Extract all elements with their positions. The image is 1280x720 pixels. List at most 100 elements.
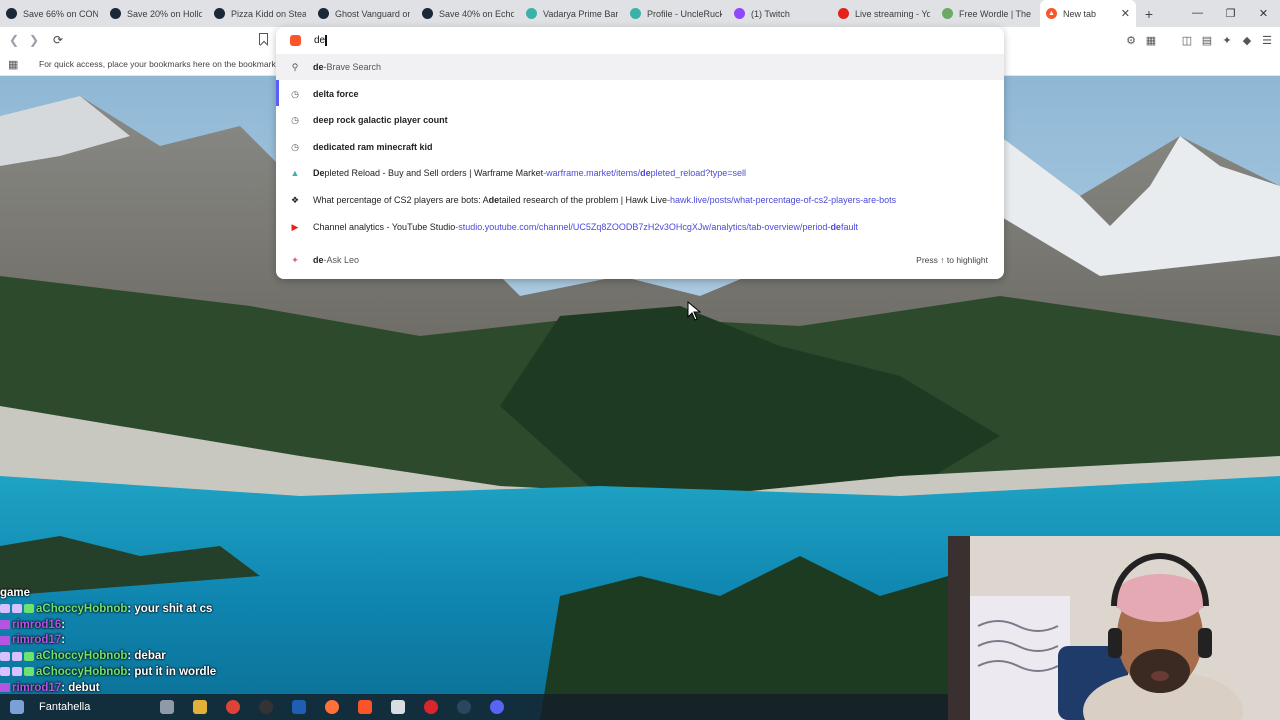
suggestion-text: Brave Search: [326, 62, 382, 72]
sidebar-icon[interactable]: ◫: [1180, 33, 1194, 47]
recorder-icon[interactable]: [414, 700, 447, 714]
chat-text: : debut: [61, 681, 100, 694]
tab-title: Vadarya Prime Barr: [543, 8, 618, 19]
suggestion-text: de: [313, 142, 324, 152]
steam-icon[interactable]: [447, 700, 480, 714]
stream-chat-overlay: game aChoccyHobnob: your shit at cs rimrod…: [0, 586, 330, 697]
chat-message: game: [0, 586, 330, 602]
chat-badge-icon: [0, 620, 10, 630]
suggestion-text: Channel analytics - YouTube Studio: [313, 222, 456, 232]
brave-taskbar-icon[interactable]: [348, 700, 381, 714]
suggestion-row[interactable]: ✦ de - Ask Leo Press ↑ to highlight: [276, 247, 1004, 273]
reload-icon[interactable]: ⟳: [48, 33, 68, 47]
chat-badge-icon: [12, 667, 22, 677]
vpn-shield-icon[interactable]: ◆: [1240, 33, 1254, 47]
chat-username: aChoccyHobnob: [36, 650, 128, 663]
tab-3[interactable]: Ghost Vanguard on: [312, 0, 416, 27]
warframe-market-icon: ▲: [290, 168, 300, 178]
tab-title: Save 66% on CONS: [23, 8, 98, 19]
tab-new-tab[interactable]: ▲ New tab ✕: [1040, 0, 1136, 27]
minimize-icon[interactable]: —: [1181, 7, 1214, 20]
extensions-icon[interactable]: ⚙: [1124, 33, 1138, 47]
mouse-cursor-icon: [687, 301, 701, 321]
suggestion-url: hawk.live/posts/what-percentage-of-cs2-p…: [670, 195, 896, 205]
suggestion-row[interactable]: ◷ de ep rock galactic player count: [276, 107, 1004, 133]
close-window-icon[interactable]: ✕: [1247, 7, 1280, 20]
forward-icon[interactable]: ❯: [24, 33, 44, 47]
now-playing-label: Fantahella: [39, 701, 91, 713]
suggestion-row[interactable]: ▲ De pleted Reload - Buy and Sell orders |…: [276, 160, 1004, 186]
chat-message: rimrod17:: [0, 633, 330, 649]
tab-9[interactable]: Free Wordle | The B: [936, 0, 1040, 27]
twitch-icon: [734, 8, 745, 19]
suggestion-text: de: [313, 62, 324, 72]
steam-icon: [318, 8, 329, 19]
apps-grid-icon[interactable]: ▦: [8, 58, 18, 71]
chrome-icon[interactable]: [216, 700, 249, 714]
suggestion-row[interactable]: ❖ What percentage of CS2 players are bots…: [276, 187, 1004, 213]
history-icon: ◷: [291, 114, 299, 125]
suggestion-text: ep rock galactic player count: [323, 115, 448, 125]
discord-icon[interactable]: [480, 700, 513, 714]
suggestion-text: lta force: [323, 89, 359, 99]
tab-2[interactable]: Pizza Kidd on Stea: [208, 0, 312, 27]
address-input[interactable]: de: [314, 34, 328, 46]
url-part: de: [640, 168, 651, 178]
tab-1[interactable]: Save 20% on Hollo: [104, 0, 208, 27]
tab-search-icon[interactable]: ▦: [1144, 33, 1158, 47]
tab-strip: Save 66% on CONS Save 20% on Hollo Pizza K…: [0, 0, 1280, 27]
vs-code-icon[interactable]: [282, 700, 315, 714]
warframe-market-icon: [526, 8, 537, 19]
close-tab-icon[interactable]: ✕: [1121, 7, 1130, 20]
tab-4[interactable]: Save 40% on Echo F: [416, 0, 520, 27]
bookmarks-bar-hint: For quick access, place your bookmarks h…: [39, 59, 295, 69]
toolbar-actions: ⚙ ▦ ◫ ▤ ✦ ◆ ☰: [1124, 27, 1274, 53]
task-view-icon[interactable]: [150, 700, 183, 714]
suggestion-row[interactable]: ⚲ de - Brave Search: [276, 54, 1004, 80]
maximize-icon[interactable]: ❐: [1214, 7, 1247, 20]
obs-icon[interactable]: [249, 700, 282, 714]
suggestion-row[interactable]: ▶ Channel analytics - YouTube Studio - st…: [276, 214, 1004, 240]
suggestion-row[interactable]: ◷ de dicated ram minecraft kid: [276, 134, 1004, 160]
back-icon[interactable]: ❮: [4, 33, 24, 47]
tab-0[interactable]: Save 66% on CONS: [0, 0, 104, 27]
brave-shield-icon[interactable]: [290, 35, 301, 46]
chat-badge-icon: [0, 635, 10, 645]
suggestion-text: pleted Reload - Buy and Sell orders | Wa…: [324, 168, 544, 178]
url-part: hawk.live/posts/what-percentage-of-cs2-p…: [670, 195, 897, 205]
address-bar[interactable]: de: [276, 27, 1004, 54]
firefox-icon[interactable]: [315, 700, 348, 714]
menu-icon[interactable]: ☰: [1260, 33, 1274, 47]
bookmark-page-icon[interactable]: [259, 33, 268, 45]
chat-badge-icon: [12, 604, 22, 614]
leo-icon[interactable]: ✦: [1220, 33, 1234, 47]
file-explorer-icon[interactable]: [183, 700, 216, 714]
chat-username: rimrod17: [12, 634, 62, 647]
tab-title: Live streaming - Yo: [855, 8, 930, 19]
tab-6[interactable]: Profile - UncleRuck: [624, 0, 728, 27]
suggestion-text: De: [313, 168, 325, 178]
tab-8[interactable]: Live streaming - Yo: [832, 0, 936, 27]
suggestion-row[interactable]: ◷ de lta force: [276, 81, 1004, 107]
youtube-icon: ▶: [291, 221, 299, 232]
keyboard-hint: Press ↑ to highlight: [916, 255, 988, 265]
tab-title: Ghost Vanguard on: [335, 8, 410, 19]
chat-badge-icon: [0, 683, 10, 693]
tab-title: Profile - UncleRuck: [647, 8, 722, 19]
tab-title: (1) Twitch: [751, 8, 790, 19]
tab-5[interactable]: Vadarya Prime Barr: [520, 0, 624, 27]
suggestion-text: de: [313, 255, 324, 265]
chat-username: aChoccyHobnob: [36, 665, 128, 678]
wallet-icon[interactable]: ▤: [1200, 33, 1214, 47]
suggestion-text: tailed research of the problem | Hawk Li…: [499, 195, 668, 205]
tab-7[interactable]: (1) Twitch: [728, 0, 832, 27]
chat-badge-icon: [0, 651, 10, 661]
start-icon[interactable]: [0, 700, 33, 714]
suggestion-text: de: [488, 195, 500, 205]
tab-title: New tab: [1063, 8, 1097, 19]
omnibox-dropdown: de ⚲ de - Brave Search ◷ de lta force ◷ de ep r…: [276, 27, 1004, 279]
hawk-live-icon: ❖: [290, 194, 300, 205]
notepad-icon[interactable]: [381, 700, 414, 714]
new-tab-button[interactable]: +: [1136, 6, 1162, 22]
url-part: pleted_reload?type=sell: [650, 168, 746, 178]
